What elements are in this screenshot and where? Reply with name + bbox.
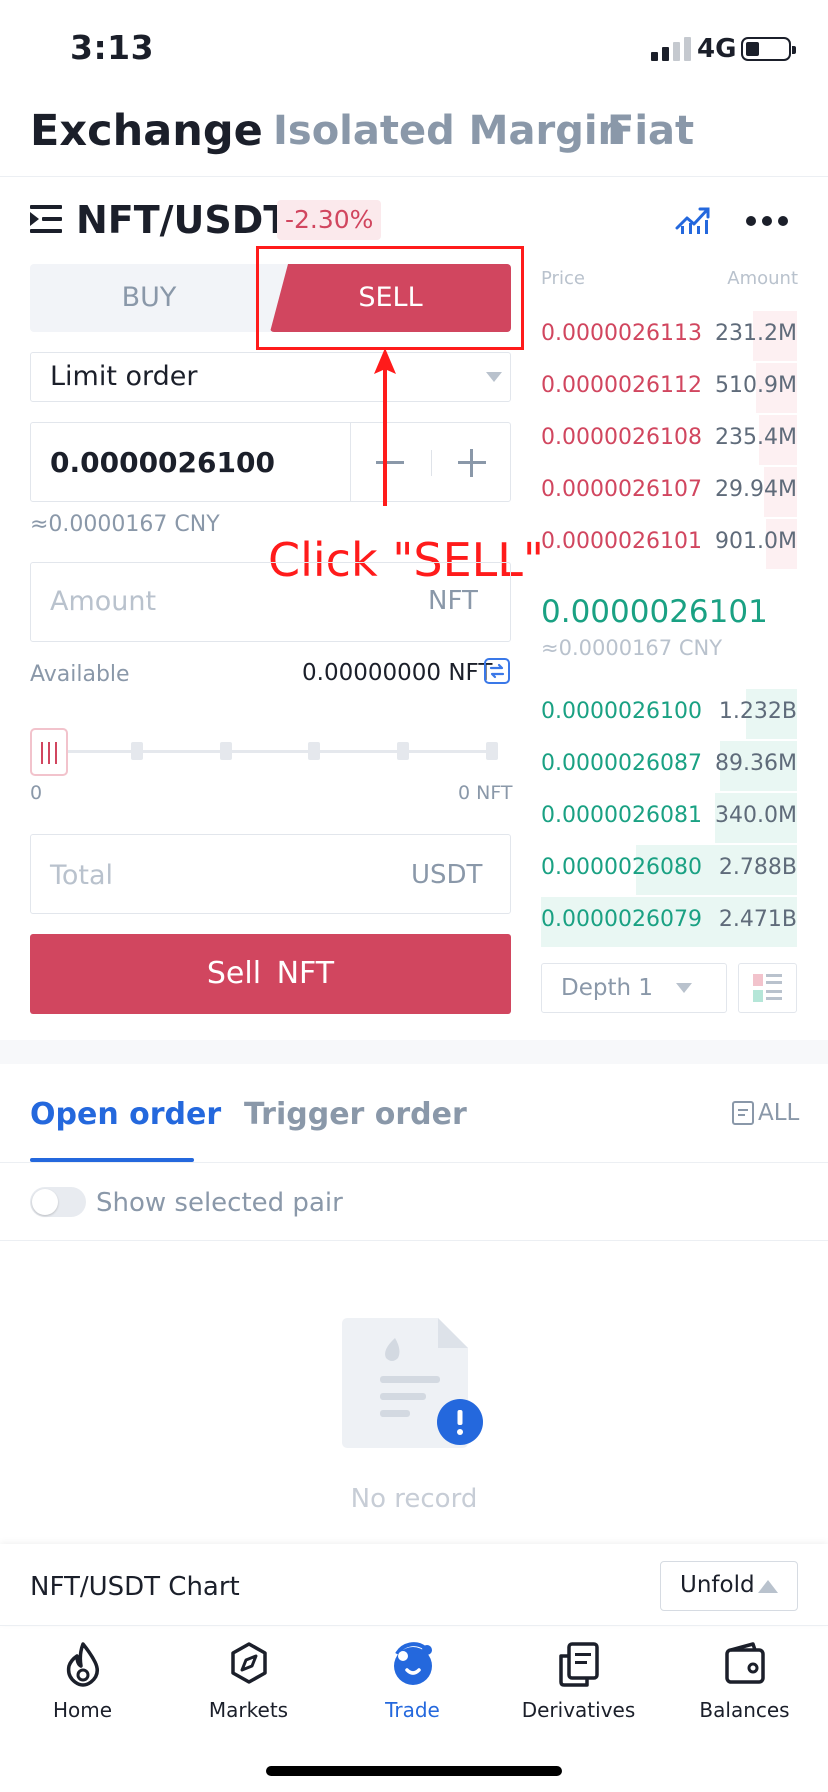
pair-title[interactable]: NFT/USDT — [76, 198, 289, 242]
show-selected-pair-label: Show selected pair — [96, 1188, 343, 1218]
buy-tab[interactable]: BUY — [30, 264, 268, 332]
kline-chart-icon[interactable] — [675, 202, 711, 234]
tab-isolated-margin[interactable]: Isolated Margin — [273, 108, 626, 154]
wallet-icon — [724, 1642, 765, 1684]
more-options-icon[interactable] — [746, 216, 788, 226]
sell-highlight-box — [256, 246, 524, 350]
price-increase-button[interactable] — [450, 440, 494, 484]
amount-slider-track[interactable] — [62, 750, 497, 753]
orderbook-ask-row[interactable]: 0.0000026108 235.4M — [541, 415, 797, 465]
orderbook-bid-row[interactable]: 0.0000026080 2.788B — [541, 845, 797, 895]
network-type: 4G — [697, 34, 737, 64]
amount-slider-handle[interactable] — [30, 728, 68, 776]
last-price-cny: ≈0.0000167 CNY — [541, 636, 723, 660]
tab-fiat[interactable]: Fiat — [607, 108, 694, 154]
depth-value: Depth 1 — [561, 975, 653, 1001]
transfer-icon[interactable] — [484, 658, 510, 684]
signal-icon — [651, 37, 693, 61]
total-placeholder: Total — [50, 860, 114, 891]
empty-state-text: No record — [350, 1484, 478, 1514]
flame-icon — [66, 1642, 99, 1687]
total-unit: USDT — [411, 860, 483, 890]
slider-min-label: 0 — [30, 782, 43, 804]
divider — [350, 422, 351, 502]
orderbook-ask-row[interactable]: 0.0000026113 231.2M — [541, 311, 797, 361]
sell-submit-button[interactable]: Sell NFT — [30, 934, 511, 1014]
orderbook-price-header: Price — [541, 268, 585, 289]
empty-record-icon — [342, 1318, 483, 1448]
nav-label: Home — [52, 1698, 113, 1722]
slider-tick[interactable] — [397, 742, 409, 760]
nav-label: Trade — [385, 1698, 440, 1722]
slider-max-label: 0 NFT — [458, 782, 513, 804]
orderbook-layout-button[interactable] — [738, 963, 797, 1013]
chevron-up-icon — [758, 1580, 778, 1593]
annotation-arrow — [374, 348, 396, 506]
nav-label: Balances — [699, 1698, 790, 1722]
slider-tick[interactable] — [220, 742, 232, 760]
slider-tick[interactable] — [308, 742, 320, 760]
price-value[interactable]: 0.0000026100 — [50, 446, 275, 479]
tab-trigger-order[interactable]: Trigger order — [244, 1097, 467, 1132]
chevron-down-icon — [676, 983, 692, 993]
tab-open-order[interactable]: Open order — [30, 1097, 221, 1132]
nav-label: Markets — [208, 1698, 289, 1722]
document-icon — [558, 1642, 599, 1687]
divider — [431, 450, 432, 476]
orderbook-bid-row[interactable]: 0.0000026100 1.232B — [541, 689, 797, 739]
chevron-down-icon — [486, 372, 502, 382]
nav-label: Derivatives — [521, 1698, 636, 1722]
amount-placeholder: Amount — [50, 586, 157, 617]
price-change-badge: -2.30% — [277, 200, 382, 240]
last-price: 0.0000026101 — [541, 594, 768, 630]
nav-derivatives[interactable]: Derivatives — [496, 1640, 661, 1750]
orderbook-bid-row[interactable]: 0.0000026087 89.36M — [541, 741, 797, 791]
divider — [0, 1240, 828, 1241]
nav-home[interactable]: Home — [0, 1640, 165, 1750]
divider — [0, 1162, 828, 1163]
orderbook-ask-row[interactable]: 0.0000026101 901.0M — [541, 519, 797, 569]
status-time: 3:13 — [70, 28, 155, 67]
home-indicator[interactable] — [266, 1766, 562, 1776]
nav-balances[interactable]: Balances — [662, 1640, 827, 1750]
order-type-value: Limit order — [50, 361, 198, 392]
unfold-label: Unfold — [680, 1572, 755, 1598]
amount-unit: NFT — [428, 586, 478, 616]
show-selected-pair-toggle[interactable] — [30, 1187, 86, 1217]
compass-icon — [230, 1642, 267, 1684]
tab-exchange[interactable]: Exchange — [30, 106, 263, 156]
available-value: 0.00000000 NFT — [302, 660, 493, 686]
layout-icon — [753, 974, 782, 1002]
divider — [0, 176, 828, 177]
nav-markets[interactable]: Markets — [166, 1640, 331, 1750]
chart-bar-title: NFT/USDT Chart — [30, 1572, 240, 1602]
slider-tick[interactable] — [486, 742, 498, 760]
orderbook-ask-row[interactable]: 0.0000026107 29.94M — [541, 467, 797, 517]
battery-icon — [741, 37, 796, 61]
orderbook-bid-row[interactable]: 0.0000026079 2.471B — [541, 897, 797, 947]
available-label: Available — [30, 662, 130, 687]
price-cny-equivalent: ≈0.0000167 CNY — [30, 512, 220, 537]
nav-trade[interactable]: Trade — [330, 1640, 495, 1750]
trade-icon — [393, 1642, 432, 1685]
orderbook-ask-row[interactable]: 0.0000026112 510.9M — [541, 363, 797, 413]
orders-list-icon[interactable] — [732, 1101, 754, 1125]
all-orders-link[interactable]: ALL — [758, 1100, 799, 1126]
orderbook-bid-row[interactable]: 0.0000026081 340.0M — [541, 793, 797, 843]
pair-list-icon[interactable] — [30, 205, 62, 233]
section-separator — [0, 1040, 828, 1064]
slider-tick[interactable] — [131, 742, 143, 760]
orderbook-amount-header: Amount — [727, 268, 798, 289]
